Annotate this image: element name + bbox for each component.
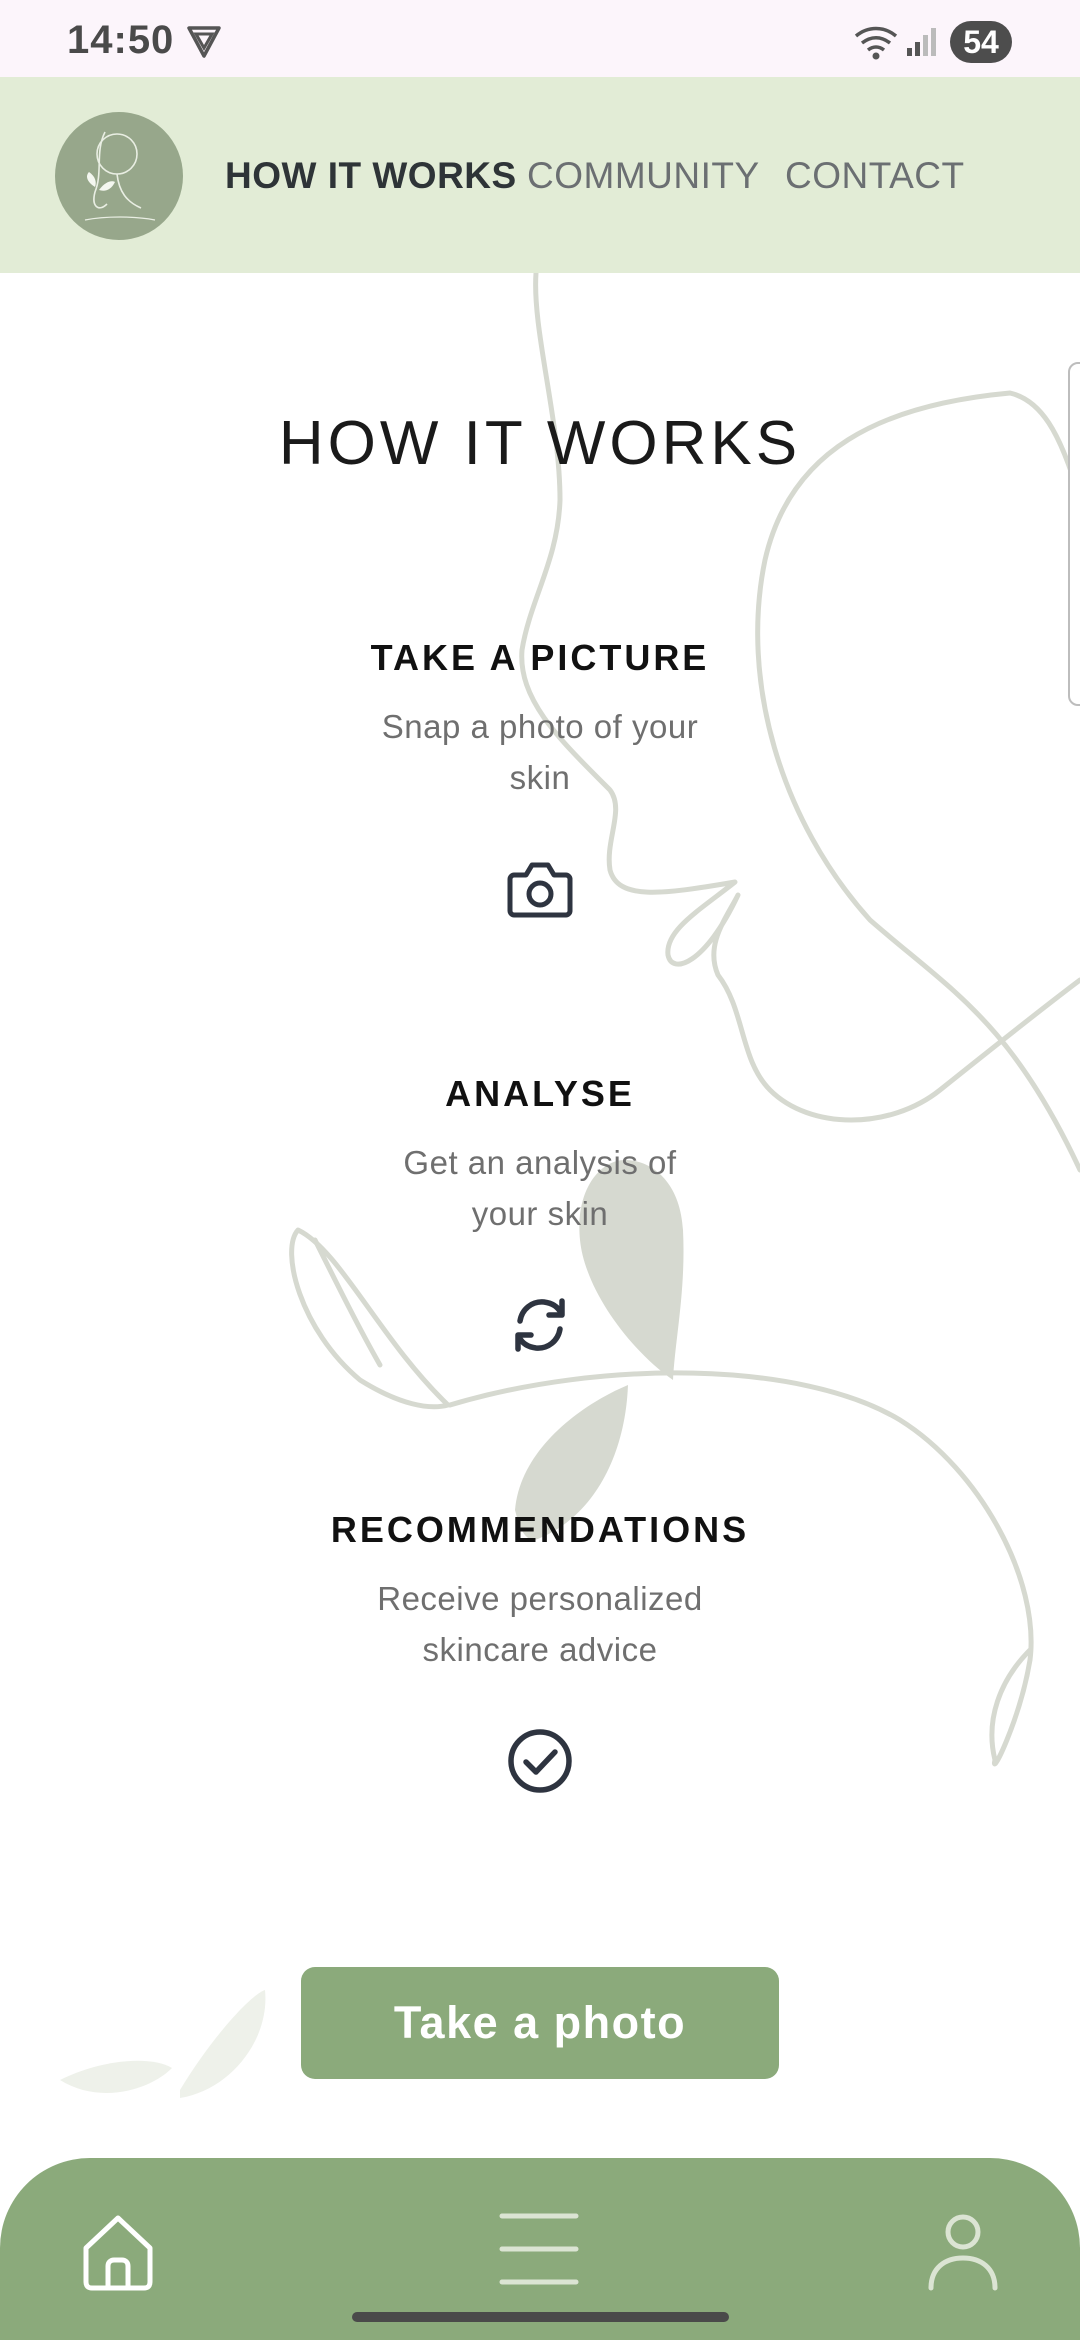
- step-title: ANALYSE: [445, 1073, 635, 1114]
- signal-icon: [907, 28, 936, 56]
- refresh-icon: [515, 1298, 565, 1352]
- logo-icon[interactable]: [55, 112, 183, 240]
- step-title: RECOMMENDATIONS: [330, 1509, 750, 1550]
- profile-icon[interactable]: [925, 2210, 1001, 2294]
- nav-contact[interactable]: CONTACT: [785, 155, 965, 197]
- status-bar: 14:50 54: [0, 0, 1080, 77]
- nav-community[interactable]: COMMUNITY: [527, 155, 760, 197]
- status-time: 14:50: [67, 18, 175, 62]
- step-recommendations: RECOMMENDATIONS Receive personalized ski…: [0, 1509, 1080, 1797]
- top-navigation-bar: HOW IT WORKS COMMUNITY CONTACT: [0, 77, 1080, 273]
- step-analyse: ANALYSE Get an analysis of your skin: [0, 1073, 1080, 1361]
- vpn-icon: [187, 26, 221, 58]
- step-take-picture: TAKE A PICTURE Snap a photo of your skin: [0, 637, 1080, 925]
- gesture-bar: [352, 2312, 729, 2322]
- wifi-icon: [854, 26, 898, 60]
- camera-icon: [507, 862, 573, 918]
- take-photo-button[interactable]: Take a photo: [301, 1967, 779, 2079]
- step-description: Receive personalized skincare advice: [377, 1580, 703, 1668]
- step-description: Snap a photo of your skin: [381, 708, 699, 796]
- home-icon[interactable]: [78, 2210, 158, 2294]
- nav-how-it-works[interactable]: HOW IT WORKS: [225, 155, 517, 197]
- step-description: Get an analysis of your skin: [403, 1144, 677, 1232]
- menu-icon[interactable]: [498, 2208, 580, 2290]
- check-circle-icon: [508, 1729, 572, 1793]
- battery-icon: 54: [950, 21, 1012, 63]
- step-title: TAKE A PICTURE: [370, 637, 710, 678]
- page-title: HOW IT WORKS: [278, 409, 802, 478]
